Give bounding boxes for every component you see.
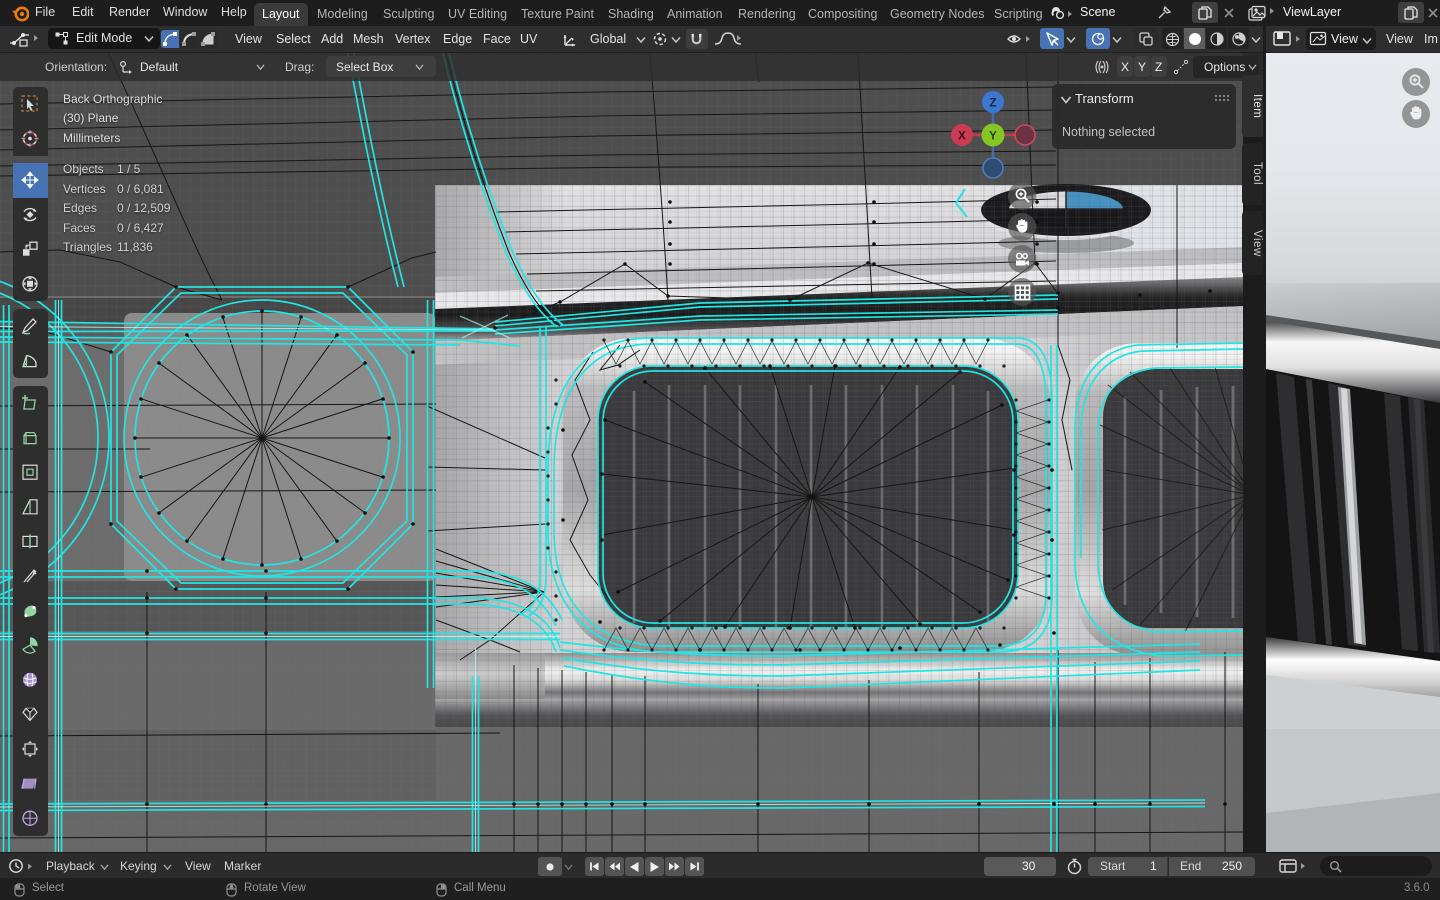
svg-text:X: X (958, 131, 966, 143)
svg-text:Z: Z (989, 98, 996, 110)
svg-text:Y: Y (989, 131, 997, 143)
